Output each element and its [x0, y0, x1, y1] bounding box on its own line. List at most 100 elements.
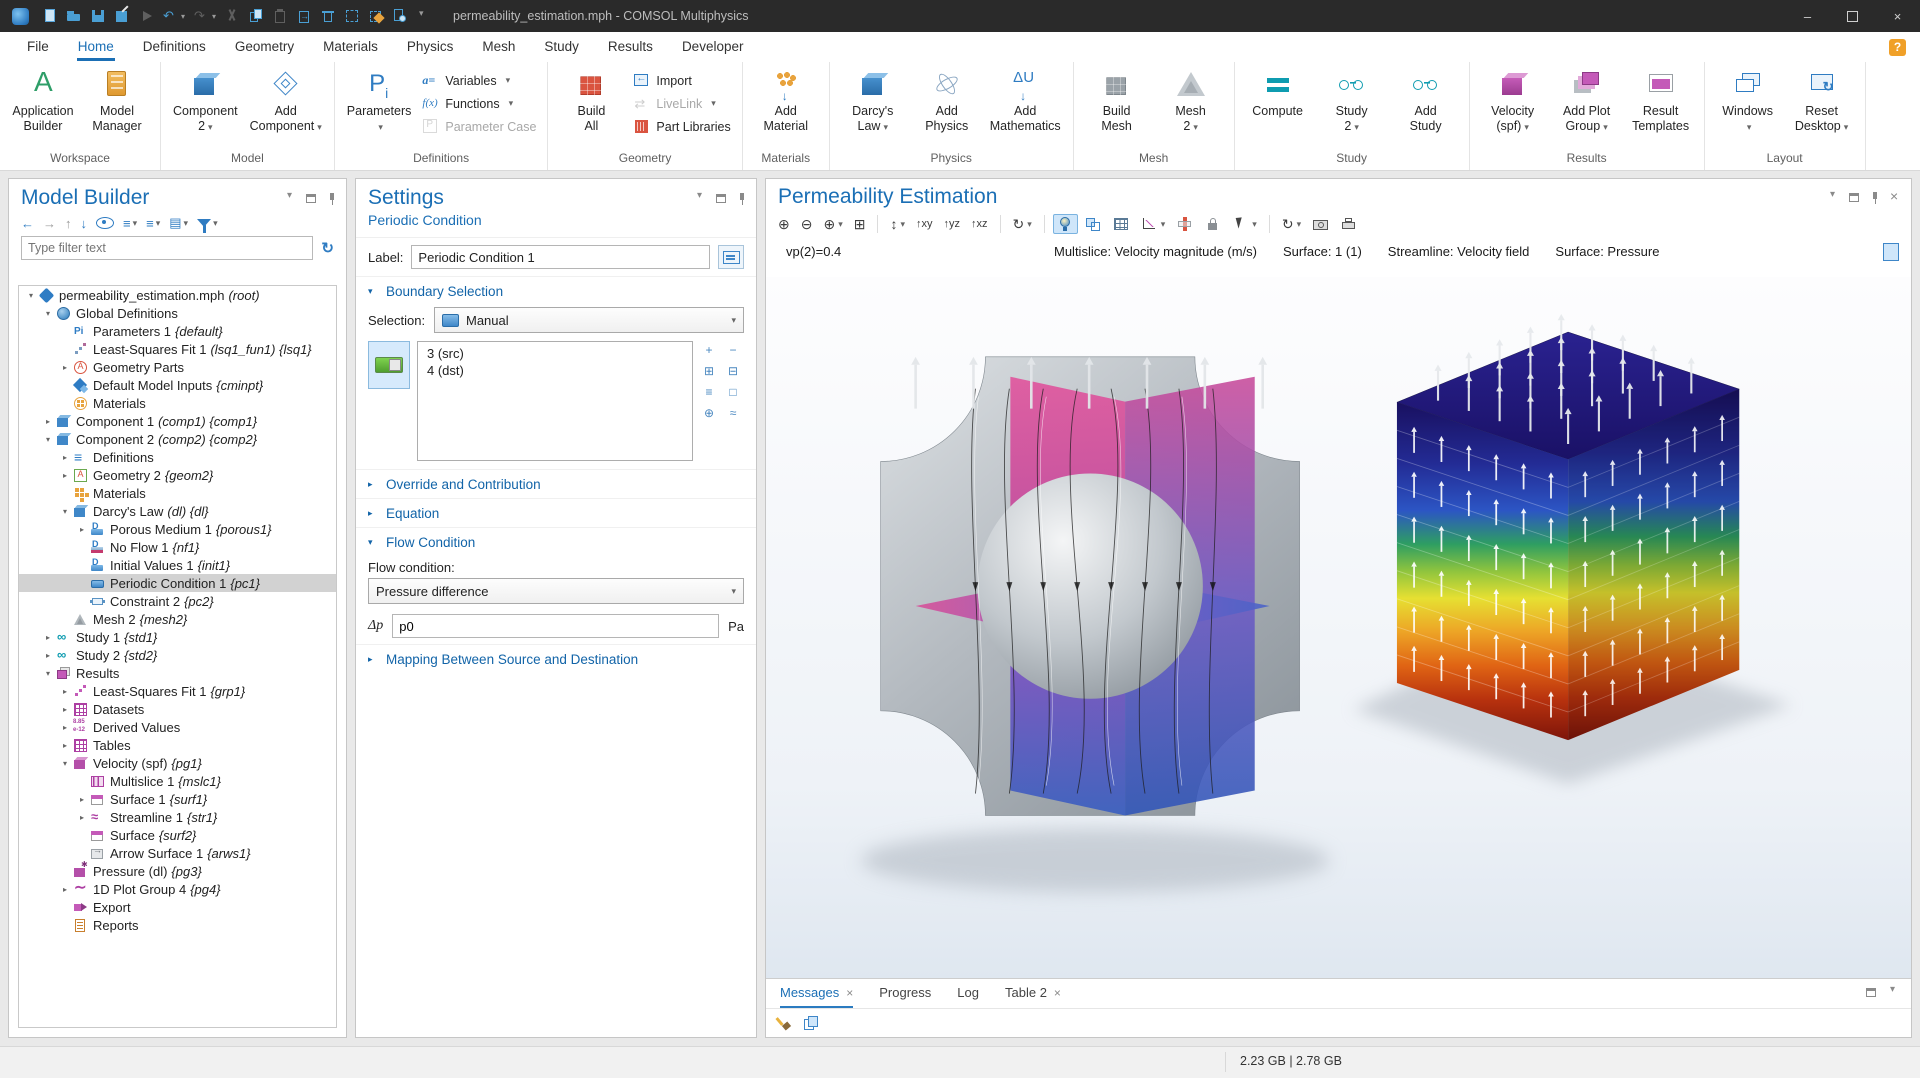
tree-expand-icon[interactable]: ▸ [76, 525, 88, 534]
filter-input[interactable] [21, 236, 313, 260]
scene-light-button[interactable] [1053, 214, 1078, 234]
tree-node-mesh-2[interactable]: Mesh 2{mesh2} [19, 610, 336, 628]
undo-button[interactable]: ▾ [159, 6, 188, 26]
study-2-button[interactable]: Study2▾ [1316, 65, 1388, 136]
menu-tab-definitions[interactable]: Definitions [142, 34, 207, 61]
add-plot-group-button[interactable]: Add PlotGroup▾ [1551, 65, 1623, 136]
view-yz-button[interactable]: ↑yz [940, 213, 965, 235]
tree-node-derived-values[interactable]: ▸Derived Values [19, 718, 336, 736]
transparency-button[interactable] [1081, 214, 1106, 234]
tree-node-darcy-s-law[interactable]: ▾Darcy's Law(dl) {dl} [19, 502, 336, 520]
mesh-2-button[interactable]: Mesh2▾ [1155, 65, 1227, 136]
show-grid-button[interactable] [1109, 214, 1134, 234]
tree-node-surface-1[interactable]: ▸Surface 1{surf1} [19, 790, 336, 808]
plot-settings-button[interactable]: ▾ [1137, 214, 1170, 234]
tree-expand-icon[interactable]: ▸ [42, 633, 54, 642]
tree-node-default-model-inputs[interactable]: Default Model Inputs{cminpt} [19, 376, 336, 394]
tree-node-export[interactable]: Export [19, 898, 336, 916]
boundary-selection-section[interactable]: ▾ Boundary Selection [356, 276, 756, 305]
cut-button[interactable] [221, 6, 243, 26]
close-tab-icon[interactable]: × [846, 986, 853, 1000]
tree-expand-icon[interactable]: ▸ [76, 795, 88, 804]
tree-node-velocity-spf[interactable]: ▾Velocity (spf){pg1} [19, 754, 336, 772]
remove-button[interactable]: − [724, 341, 742, 358]
selection-list[interactable]: 3 (src)4 (dst) [417, 341, 693, 461]
active-toggle-button[interactable] [368, 341, 410, 389]
copy-button[interactable] [245, 6, 267, 26]
flow-condition-dropdown[interactable]: Pressure difference ▾ [368, 578, 744, 604]
windows-button[interactable]: Windows▾ [1712, 65, 1784, 136]
print-button[interactable] [1336, 214, 1361, 234]
expand-all-button[interactable]: ≡▾ [123, 216, 137, 231]
chevron-down-icon[interactable] [1888, 986, 1901, 999]
parameters-button[interactable]: Parameters▾ [342, 65, 417, 136]
tree-node-definitions[interactable]: ▸Definitions [19, 448, 336, 466]
refresh-icon[interactable]: ↻ [321, 239, 334, 257]
tree-node-porous-medium-1[interactable]: ▸Porous Medium 1{porous1} [19, 520, 336, 538]
go-to-default-view-button[interactable]: ↕▾ [886, 213, 909, 235]
tree-node-materials[interactable]: Materials [19, 394, 336, 412]
tree-expand-icon[interactable]: ▸ [42, 651, 54, 660]
update-plot-button[interactable]: ↻▾ [1278, 213, 1305, 235]
float-window-icon[interactable] [1848, 191, 1861, 204]
tree-node-arrow-surface-1[interactable]: Arrow Surface 1{arws1} [19, 844, 336, 862]
chevron-down-icon[interactable] [1828, 191, 1841, 204]
copy-button[interactable]: ⊞ [700, 362, 718, 379]
node-group-button[interactable]: ▤▾ [169, 215, 188, 231]
menu-tab-study[interactable]: Study [543, 34, 580, 61]
tree-node-component-2[interactable]: ▾Component 2(comp2) {comp2} [19, 430, 336, 448]
tree-node-periodic-condition-1[interactable]: Periodic Condition 1{pc1} [19, 574, 336, 592]
chevron-down-icon[interactable] [285, 192, 298, 205]
pin-icon[interactable] [735, 192, 748, 205]
collapse-all-button[interactable]: ≡▾ [146, 216, 160, 231]
equation-section[interactable]: ▸ Equation [356, 498, 756, 527]
add-material-button[interactable]: AddMaterial [750, 65, 822, 136]
tree-node-parameters-1[interactable]: Parameters 1{default} [19, 322, 336, 340]
delete-button[interactable] [317, 6, 339, 26]
menu-tab-file[interactable]: File [26, 34, 50, 61]
functions-button[interactable]: Functions▾ [418, 94, 540, 113]
tree-node-permeability-estimation-mph[interactable]: ▾permeability_estimation.mph(root) [19, 286, 336, 304]
tree-node-component-1[interactable]: ▸Component 1(comp1) {comp1} [19, 412, 336, 430]
variables-button[interactable]: Variables▾ [418, 71, 540, 90]
tree-expand-icon[interactable]: ▸ [59, 687, 71, 696]
menu-tab-results[interactable]: Results [607, 34, 654, 61]
paste-special-button[interactable] [293, 6, 315, 26]
tree-node-constraint-2[interactable]: Constraint 2{pc2} [19, 592, 336, 610]
application-builder-button[interactable]: ApplicationBuilder [7, 65, 79, 136]
menu-tab-geometry[interactable]: Geometry [234, 34, 295, 61]
tree-collapse-icon[interactable]: ▾ [42, 309, 54, 318]
go-back-button[interactable]: ← [21, 216, 34, 231]
paste-button[interactable] [269, 6, 291, 26]
build-all-button[interactable]: BuildAll [555, 65, 627, 136]
new-file-button[interactable] [39, 6, 61, 26]
label-input[interactable] [411, 245, 710, 269]
tree-expand-icon[interactable]: ▸ [76, 813, 88, 822]
move-up-button[interactable]: ↑ [65, 216, 72, 231]
tree-expand-icon[interactable]: ▸ [59, 723, 71, 732]
tree-node-reports[interactable]: Reports [19, 916, 336, 934]
tree-node-multislice-1[interactable]: Multislice 1{mslc1} [19, 772, 336, 790]
pressure-difference-input[interactable] [392, 614, 719, 638]
float-window-icon[interactable] [1865, 986, 1878, 999]
result-templates-button[interactable]: ResultTemplates [1625, 65, 1697, 136]
pin-icon[interactable] [325, 192, 338, 205]
tab-messages[interactable]: Messages× [780, 979, 853, 1008]
tree-expand-icon[interactable]: ▸ [59, 741, 71, 750]
override-contribution-section[interactable]: ▸ Override and Contribution [356, 469, 756, 498]
tree-node-study-2[interactable]: ▸Study 2{std2} [19, 646, 336, 664]
plot-canvas[interactable] [766, 277, 1911, 979]
tree-node-tables[interactable]: ▸Tables [19, 736, 336, 754]
tree-node-datasets[interactable]: ▸Datasets [19, 700, 336, 718]
add-component-button[interactable]: AddComponent▾ [245, 65, 327, 136]
build-mesh-button[interactable]: BuildMesh [1081, 65, 1153, 136]
darcy-s-law-button[interactable]: Darcy'sLaw▾ [837, 65, 909, 136]
tree-expand-icon[interactable]: ▸ [59, 885, 71, 894]
save-button[interactable] [87, 6, 109, 26]
clip-plane-button[interactable] [1172, 214, 1197, 234]
menu-tab-mesh[interactable]: Mesh [481, 34, 516, 61]
tree-node-geometry-2[interactable]: ▸Geometry 2{geom2} [19, 466, 336, 484]
tab-table-2[interactable]: Table 2× [1005, 979, 1061, 1008]
paste-button[interactable]: ≡ [700, 383, 718, 400]
selection-list-item[interactable]: 4 (dst) [418, 362, 692, 379]
